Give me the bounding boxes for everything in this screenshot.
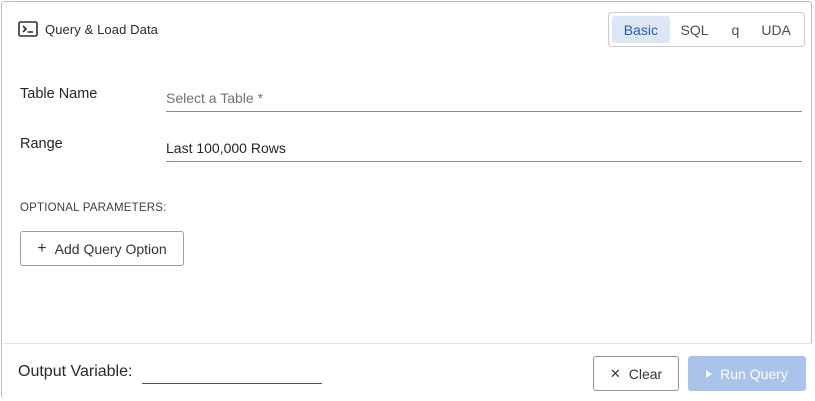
add-query-option-button[interactable]: + Add Query Option (20, 231, 184, 266)
clear-label: Clear (628, 365, 663, 382)
close-icon: ✕ (609, 365, 621, 381)
table-name-label: Table Name (20, 86, 98, 102)
range-label: Range (20, 136, 63, 152)
range-value: Last 100,000 Rows (166, 139, 286, 156)
query-load-panel: Query & Load Data Basic SQL q UDA Table … (1, 1, 812, 398)
query-mode-tabs: Basic SQL q UDA (608, 12, 805, 47)
range-select[interactable]: Last 100,000 Rows (166, 132, 802, 162)
play-icon (706, 369, 713, 378)
panel-title: Query & Load Data (45, 21, 158, 37)
panel-footer: Output Variable: ✕ Clear Run Query (3, 343, 812, 398)
run-query-button[interactable]: Run Query (688, 356, 806, 391)
plus-icon: + (37, 239, 47, 257)
tab-basic[interactable]: Basic (612, 16, 670, 43)
panel-header: Query & Load Data (18, 21, 158, 37)
table-name-placeholder: Select a Table * (166, 89, 264, 106)
output-variable-label: Output Variable: (18, 363, 133, 380)
table-name-select[interactable]: Select a Table * (166, 82, 802, 112)
tab-q[interactable]: q (719, 16, 751, 43)
output-variable-input[interactable] (142, 362, 322, 384)
tab-uda[interactable]: UDA (751, 16, 801, 43)
tab-sql[interactable]: SQL (670, 16, 720, 43)
clear-button[interactable]: ✕ Clear (593, 356, 679, 391)
add-query-option-label: Add Query Option (54, 240, 167, 257)
optional-parameters-heading: OPTIONAL PARAMETERS: (20, 202, 167, 214)
terminal-icon (18, 21, 38, 37)
run-query-label: Run Query (720, 365, 788, 382)
